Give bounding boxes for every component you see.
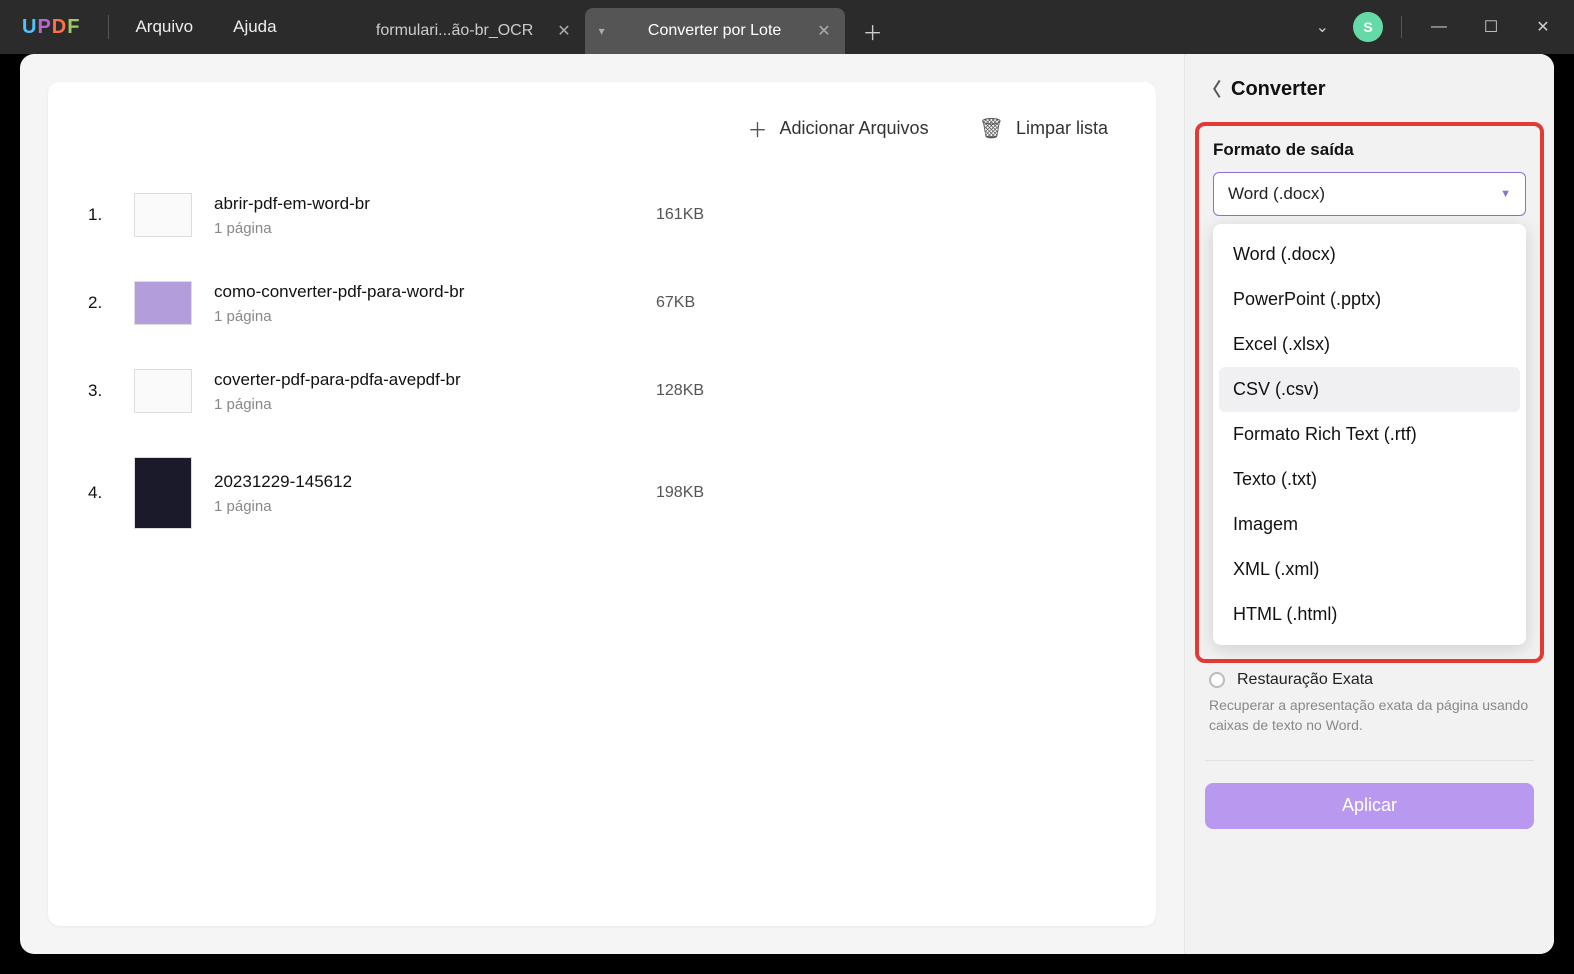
divider — [1401, 16, 1402, 38]
panel-header: 〈 Converter — [1185, 54, 1554, 116]
file-row[interactable]: 3. coverter-pdf-para-pdfa-avepdf-br 1 pági… — [88, 347, 1116, 435]
chevron-down-icon[interactable]: ⌄ — [1306, 17, 1339, 37]
file-size: 198KB — [656, 484, 704, 502]
main-panel: ＋ Adicionar Arquivos 🗑 Limpar lista 1. ab… — [20, 54, 1184, 954]
file-meta: como-converter-pdf-para-word-br 1 página — [214, 282, 594, 325]
output-format-highlight: Formato de saída Word (.docx) ▼ Word (.d… — [1195, 122, 1544, 663]
file-size: 128KB — [656, 382, 704, 400]
file-size: 161KB — [656, 206, 704, 224]
format-option[interactable]: XML (.xml) — [1219, 547, 1520, 592]
avatar[interactable]: S — [1353, 12, 1383, 42]
convert-panel: 〈 Converter Formato de saída Word (.docx… — [1184, 54, 1554, 954]
file-pages: 1 página — [214, 396, 594, 413]
output-format-label: Formato de saída — [1213, 140, 1526, 160]
apply-button[interactable]: Aplicar — [1205, 783, 1534, 829]
output-format-select[interactable]: Word (.docx) ▼ — [1213, 172, 1526, 216]
file-pages: 1 página — [214, 308, 594, 325]
clear-list-label: Limpar lista — [1016, 118, 1108, 139]
back-icon[interactable]: 〈 — [1203, 76, 1221, 102]
format-option[interactable]: PowerPoint (.pptx) — [1219, 277, 1520, 322]
format-option[interactable]: Imagem — [1219, 502, 1520, 547]
file-rows: 1. abrir-pdf-em-word-br 1 página 161KB 2. com… — [88, 171, 1116, 551]
format-option[interactable]: Excel (.xlsx) — [1219, 322, 1520, 367]
file-name: 20231229-145612 — [214, 472, 594, 492]
helper-text: Recuperar a apresentação exata da página… — [1185, 691, 1554, 746]
file-thumbnail — [134, 369, 192, 413]
close-icon[interactable]: ✕ — [817, 21, 830, 41]
plus-icon: ＋ — [747, 114, 767, 143]
format-option[interactable]: CSV (.csv) — [1219, 367, 1520, 412]
logo-letter: D — [52, 16, 67, 38]
exact-restore-option[interactable]: Restauração Exata — [1185, 663, 1554, 691]
file-row[interactable]: 1. abrir-pdf-em-word-br 1 página 161KB — [88, 171, 1116, 259]
file-size: 67KB — [656, 294, 695, 312]
close-icon[interactable]: ✕ — [557, 21, 570, 41]
clear-list-button[interactable]: 🗑 Limpar lista — [979, 114, 1108, 143]
menu-help[interactable]: Ajuda — [213, 0, 296, 54]
logo-letter: U — [22, 16, 37, 38]
format-option[interactable]: Texto (.txt) — [1219, 457, 1520, 502]
file-index: 2. — [88, 293, 112, 313]
tab-label: formulari...ão-br_OCR — [376, 22, 533, 40]
add-files-button[interactable]: ＋ Adicionar Arquivos — [747, 114, 928, 143]
output-format-dropdown: Word (.docx)PowerPoint (.pptx)Excel (.xl… — [1213, 224, 1526, 645]
file-thumbnail — [134, 457, 192, 529]
file-pages: 1 página — [214, 220, 594, 237]
divider — [1205, 760, 1534, 761]
file-index: 4. — [88, 483, 112, 503]
file-meta: abrir-pdf-em-word-br 1 página — [214, 194, 594, 237]
caret-down-icon[interactable]: ▾ — [599, 24, 605, 38]
file-name: coverter-pdf-para-pdfa-avepdf-br — [214, 370, 594, 390]
tab-active[interactable]: ▾ Converter por Lote ✕ — [585, 8, 845, 54]
radio-label: Restauração Exata — [1237, 671, 1373, 689]
divider — [108, 15, 109, 39]
workspace: ＋ Adicionar Arquivos 🗑 Limpar lista 1. ab… — [20, 54, 1554, 954]
logo-letter: P — [37, 16, 51, 38]
panel-title: Converter — [1231, 78, 1325, 101]
format-option[interactable]: Formato Rich Text (.rtf) — [1219, 412, 1520, 457]
file-pages: 1 página — [214, 498, 594, 515]
file-name: abrir-pdf-em-word-br — [214, 194, 594, 214]
logo-letter: F — [67, 16, 80, 38]
selected-value: Word (.docx) — [1228, 184, 1325, 204]
file-meta: coverter-pdf-para-pdfa-avepdf-br 1 página — [214, 370, 594, 413]
file-row[interactable]: 4. 20231229-145612 1 página 198KB — [88, 435, 1116, 551]
close-button[interactable]: ✕ — [1524, 17, 1562, 37]
file-thumbnail — [134, 193, 192, 237]
file-meta: 20231229-145612 1 página — [214, 472, 594, 515]
file-index: 1. — [88, 205, 112, 225]
file-thumbnail — [134, 281, 192, 325]
add-files-label: Adicionar Arquivos — [779, 118, 928, 139]
file-actions: ＋ Adicionar Arquivos 🗑 Limpar lista — [88, 100, 1116, 171]
file-index: 3. — [88, 381, 112, 401]
tab-inactive[interactable]: formulari...ão-br_OCR ✕ — [325, 8, 585, 54]
minimize-button[interactable]: — — [1420, 18, 1458, 36]
tab-label: Converter por Lote — [648, 22, 781, 40]
window-controls: ⌄ S — ☐ ✕ — [1306, 0, 1574, 54]
radio-icon — [1209, 672, 1225, 688]
triangle-down-icon: ▼ — [1500, 188, 1511, 200]
tab-strip: formulari...ão-br_OCR ✕ ▾ Converter por … — [325, 0, 901, 54]
format-option[interactable]: HTML (.html) — [1219, 592, 1520, 637]
trash-icon: 🗑 — [979, 116, 1004, 141]
menu-file[interactable]: Arquivo — [115, 0, 213, 54]
file-name: como-converter-pdf-para-word-br — [214, 282, 594, 302]
maximize-button[interactable]: ☐ — [1472, 17, 1510, 37]
app-logo: UPDF — [0, 16, 102, 39]
file-list-card: ＋ Adicionar Arquivos 🗑 Limpar lista 1. ab… — [48, 82, 1156, 926]
format-option[interactable]: Word (.docx) — [1219, 232, 1520, 277]
new-tab-button[interactable]: ＋ — [845, 8, 901, 54]
file-row[interactable]: 2. como-converter-pdf-para-word-br 1 págin… — [88, 259, 1116, 347]
title-bar: UPDF Arquivo Ajuda formulari...ão-br_OCR… — [0, 0, 1574, 54]
